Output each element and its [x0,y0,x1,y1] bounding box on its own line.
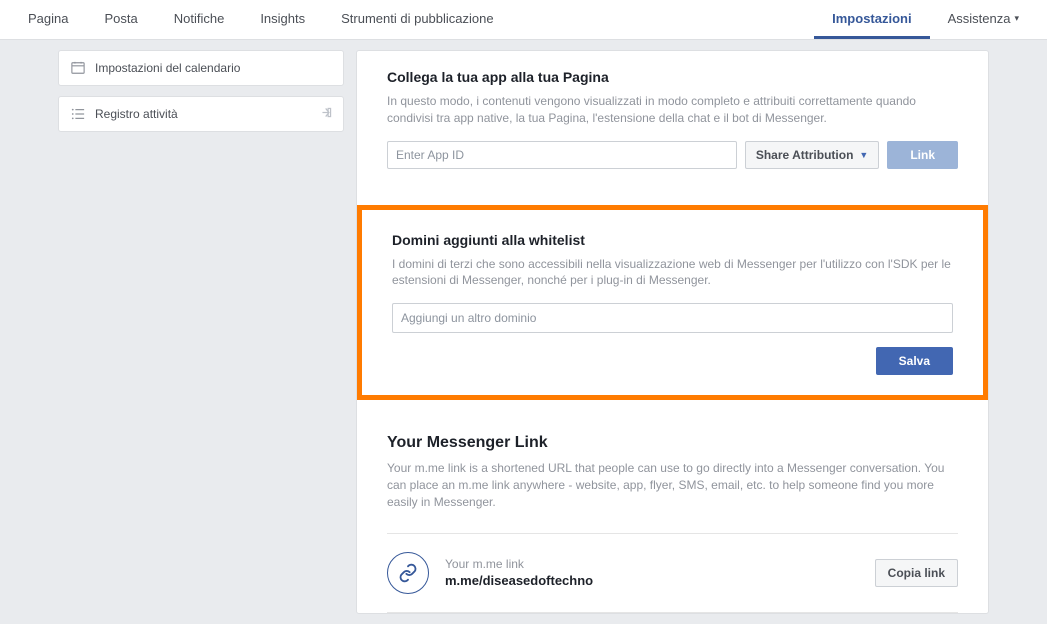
nav-impostazioni[interactable]: Impostazioni [814,0,929,39]
sidebar-item-label: Registro attività [95,107,178,121]
nav-notifiche[interactable]: Notifiche [156,0,243,39]
sidebar: Impostazioni del calendario Registro att… [58,50,344,614]
messenger-link-row: Your m.me link m.me/diseasedoftechno Cop… [357,534,988,612]
calendar-icon [71,61,85,75]
nav-insights[interactable]: Insights [242,0,323,39]
nav-right: Impostazioni Assistenza ▾ [814,0,1037,39]
share-attribution-dropdown[interactable]: Share Attribution ▼ [745,141,879,169]
messenger-link-label: Your m.me link [445,557,859,571]
whitelist-desc: I domini di terzi che sono accessibili n… [392,256,953,290]
link-icon [387,552,429,594]
nav-assistenza[interactable]: Assistenza ▾ [930,0,1037,39]
list-icon [71,107,85,121]
top-nav: Pagina Posta Notifiche Insights Strument… [0,0,1047,40]
whitelist-title: Domini aggiunti alla whitelist [392,232,953,248]
page-body: Impostazioni del calendario Registro att… [0,40,1047,624]
nav-posta[interactable]: Posta [86,0,155,39]
nav-pagina[interactable]: Pagina [10,0,86,39]
nav-left: Pagina Posta Notifiche Insights Strument… [10,0,512,39]
whitelist-section: Domini aggiunti alla whitelist I domini … [357,205,988,401]
sidebar-item-calendar[interactable]: Impostazioni del calendario [58,50,344,86]
link-app-title: Collega la tua app alla tua Pagina [387,69,958,85]
share-attribution-label: Share Attribution [756,148,854,162]
link-app-section: Collega la tua app alla tua Pagina In qu… [357,51,988,189]
messenger-link-desc: Your m.me link is a shortened URL that p… [387,460,958,510]
messenger-link-url: m.me/diseasedoftechno [445,573,859,588]
link-app-desc: In questo modo, i contenuti vengono visu… [387,93,958,127]
arrow-right-icon [320,106,333,122]
sidebar-item-label: Impostazioni del calendario [95,61,240,75]
divider [387,612,958,613]
sidebar-item-activity[interactable]: Registro attività [58,96,344,132]
messenger-link-text: Your m.me link m.me/diseasedoftechno [445,557,859,588]
chevron-down-icon: ▼ [859,150,868,160]
nav-strumenti[interactable]: Strumenti di pubblicazione [323,0,511,39]
whitelist-domain-input[interactable] [392,303,953,333]
nav-assistenza-label: Assistenza [948,11,1011,26]
messenger-link-section: Your Messenger Link Your m.me link is a … [357,416,988,532]
link-button[interactable]: Link [887,141,958,169]
app-id-input[interactable] [387,141,737,169]
link-app-row: Share Attribution ▼ Link [387,141,958,169]
main-panel: Collega la tua app alla tua Pagina In qu… [356,50,989,614]
save-button[interactable]: Salva [876,347,953,375]
copy-link-button[interactable]: Copia link [875,559,958,587]
chevron-down-icon: ▾ [1014,13,1019,24]
messenger-link-title: Your Messenger Link [387,434,958,452]
whitelist-save-row: Salva [392,347,953,375]
